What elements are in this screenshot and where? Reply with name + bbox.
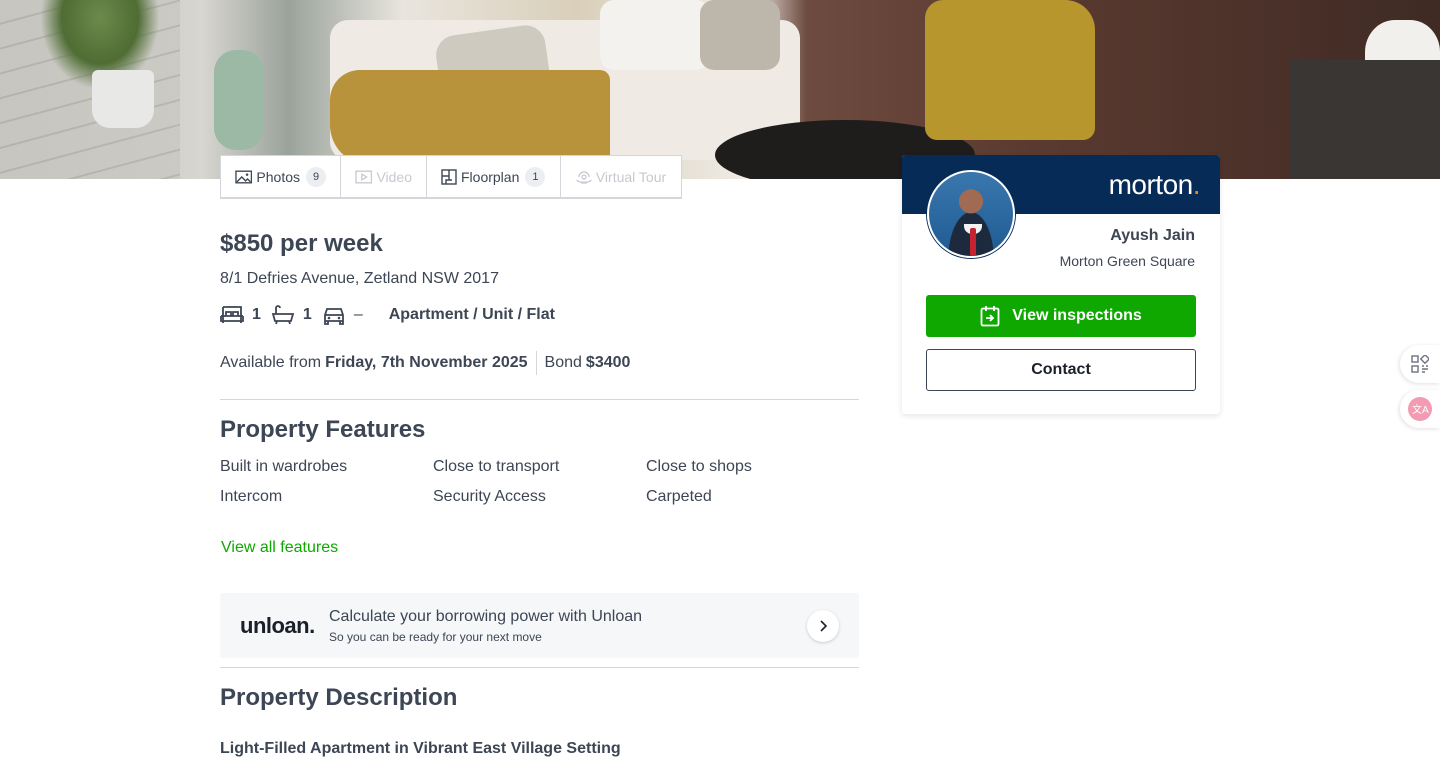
features-list: Built in wardrobes Close to transport Cl… [220,458,859,508]
view-all-features-link[interactable]: View all features [221,539,338,557]
unloan-arrow-button[interactable] [807,610,839,642]
availability-row: Available from Friday, 7th November 2025… [220,351,631,375]
beds-count: 1 [252,306,261,323]
beds-spec: 1 [220,304,261,326]
translate-widget-button[interactable]: 文A [1400,390,1440,428]
unloan-banner[interactable]: unloan. Calculate your borrowing power w… [220,593,859,658]
section-divider [220,667,859,668]
bed-icon [220,306,244,323]
agent-card: morton. Ayush Jain Morton Green Square V… [902,155,1220,414]
view-inspections-label: View inspections [1012,307,1142,324]
qr-icon [1411,355,1429,373]
unloan-title: Calculate your borrowing power with Unlo… [329,608,643,625]
view-inspections-button[interactable]: View inspections [926,295,1196,337]
svg-text:文A: 文A [1412,403,1429,416]
contact-button[interactable]: Contact [926,349,1196,391]
tab-video-label: Video [376,168,412,185]
availability-divider [535,351,537,375]
unloan-logo: unloan. [240,613,315,638]
virtual-tour-icon [576,170,592,184]
agent-agency: Morton Green Square [1059,253,1195,269]
media-tabs: Photos 9 Video Floorplan 1 Virtual Tour [220,155,682,199]
parking-count: – [353,306,363,323]
hero-image[interactable] [0,0,1440,179]
tab-video[interactable]: Video [341,156,427,197]
description-title: Property Description [220,684,458,711]
listing-price: $850 per week [220,230,383,257]
property-specs: 1 1 – Apartment / Unit / Flat [220,303,555,327]
bath-icon [271,305,295,325]
qr-widget-button[interactable] [1400,345,1440,383]
car-icon [323,308,344,325]
floorplan-count-badge: 1 [525,166,546,187]
tab-photos-label: Photos [256,168,300,185]
unloan-subtitle: So you can be ready for your next move [329,630,542,644]
baths-count: 1 [302,306,312,323]
section-divider [220,399,859,400]
tab-photos[interactable]: Photos 9 [221,156,341,197]
parking-spec: – [322,304,363,326]
feature-item: Close to shops [646,458,752,475]
tab-virtual-tour-label: Virtual Tour [595,168,667,185]
feature-item: Built in wardrobes [220,458,348,475]
agency-logo: morton. [1108,169,1201,200]
calendar-icon [980,306,1000,327]
agent-name[interactable]: Ayush Jain [1110,227,1195,245]
bond-value: $3400 [585,354,631,371]
photo-icon [235,170,253,183]
feature-item: Intercom [220,488,283,505]
description-heading: Light-Filled Apartment in Vibrant East V… [220,740,621,757]
photos-count-badge: 9 [306,166,326,187]
translate-icon: 文A [1408,397,1432,421]
tab-floorplan[interactable]: Floorplan 1 [427,156,561,197]
available-date: Friday, 7th November 2025 [325,354,528,371]
baths-spec: 1 [271,304,312,326]
tab-virtual-tour[interactable]: Virtual Tour [561,156,681,197]
floorplan-icon [441,168,457,185]
features-title: Property Features [220,416,426,443]
available-label: Available from [220,354,322,371]
contact-label: Contact [1031,361,1091,378]
property-type: Apartment / Unit / Flat [388,306,555,323]
feature-item: Close to transport [433,458,560,475]
agent-avatar[interactable] [927,170,1015,258]
feature-item: Carpeted [646,488,712,505]
feature-item: Security Access [433,488,546,505]
chevron-right-icon [820,620,828,632]
video-icon [355,170,373,183]
listing-address: 8/1 Defries Avenue, Zetland NSW 2017 [220,270,499,287]
tab-floorplan-label: Floorplan [461,168,520,185]
agency-logo-text: morton [1108,169,1194,200]
bond-label: Bond [544,354,582,371]
